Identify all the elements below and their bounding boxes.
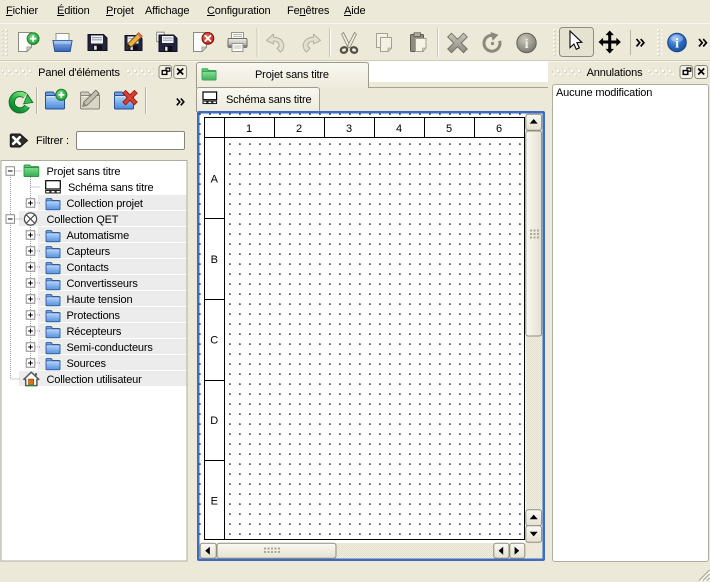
svg-text:Sources: Sources [67, 358, 107, 370]
svg-text:A: A [211, 174, 219, 186]
svg-text:Schéma sans titre: Schéma sans titre [68, 182, 154, 194]
svg-text:Projet sans titre: Projet sans titre [47, 166, 121, 178]
svg-text:1: 1 [246, 123, 252, 135]
svg-text:C: C [210, 335, 218, 347]
svg-text:Protections: Protections [67, 310, 121, 322]
svg-text:Collection projet: Collection projet [67, 198, 143, 210]
svg-text:Collection utilisateur: Collection utilisateur [47, 374, 143, 386]
svg-text:E: E [211, 496, 218, 508]
svg-text:3: 3 [346, 123, 352, 135]
svg-text:2: 2 [296, 123, 302, 135]
svg-text:Récepteurs: Récepteurs [67, 326, 122, 338]
svg-text:Collection QET: Collection QET [47, 214, 119, 226]
svg-text:Semi-conducteurs: Semi-conducteurs [67, 342, 154, 354]
svg-text:Haute tension: Haute tension [67, 294, 133, 306]
svg-text:Convertisseurs: Convertisseurs [67, 278, 139, 290]
svg-text:D: D [210, 415, 218, 427]
svg-text:5: 5 [446, 123, 452, 135]
svg-text:B: B [211, 254, 218, 266]
svg-text:4: 4 [396, 123, 402, 135]
svg-text:Automatisme: Automatisme [67, 230, 130, 242]
svg-text:6: 6 [496, 123, 502, 135]
svg-text:Capteurs: Capteurs [67, 246, 111, 258]
svg-text:i: i [525, 36, 529, 51]
svg-text:Contacts: Contacts [67, 262, 110, 274]
svg-text:i: i [675, 37, 679, 52]
